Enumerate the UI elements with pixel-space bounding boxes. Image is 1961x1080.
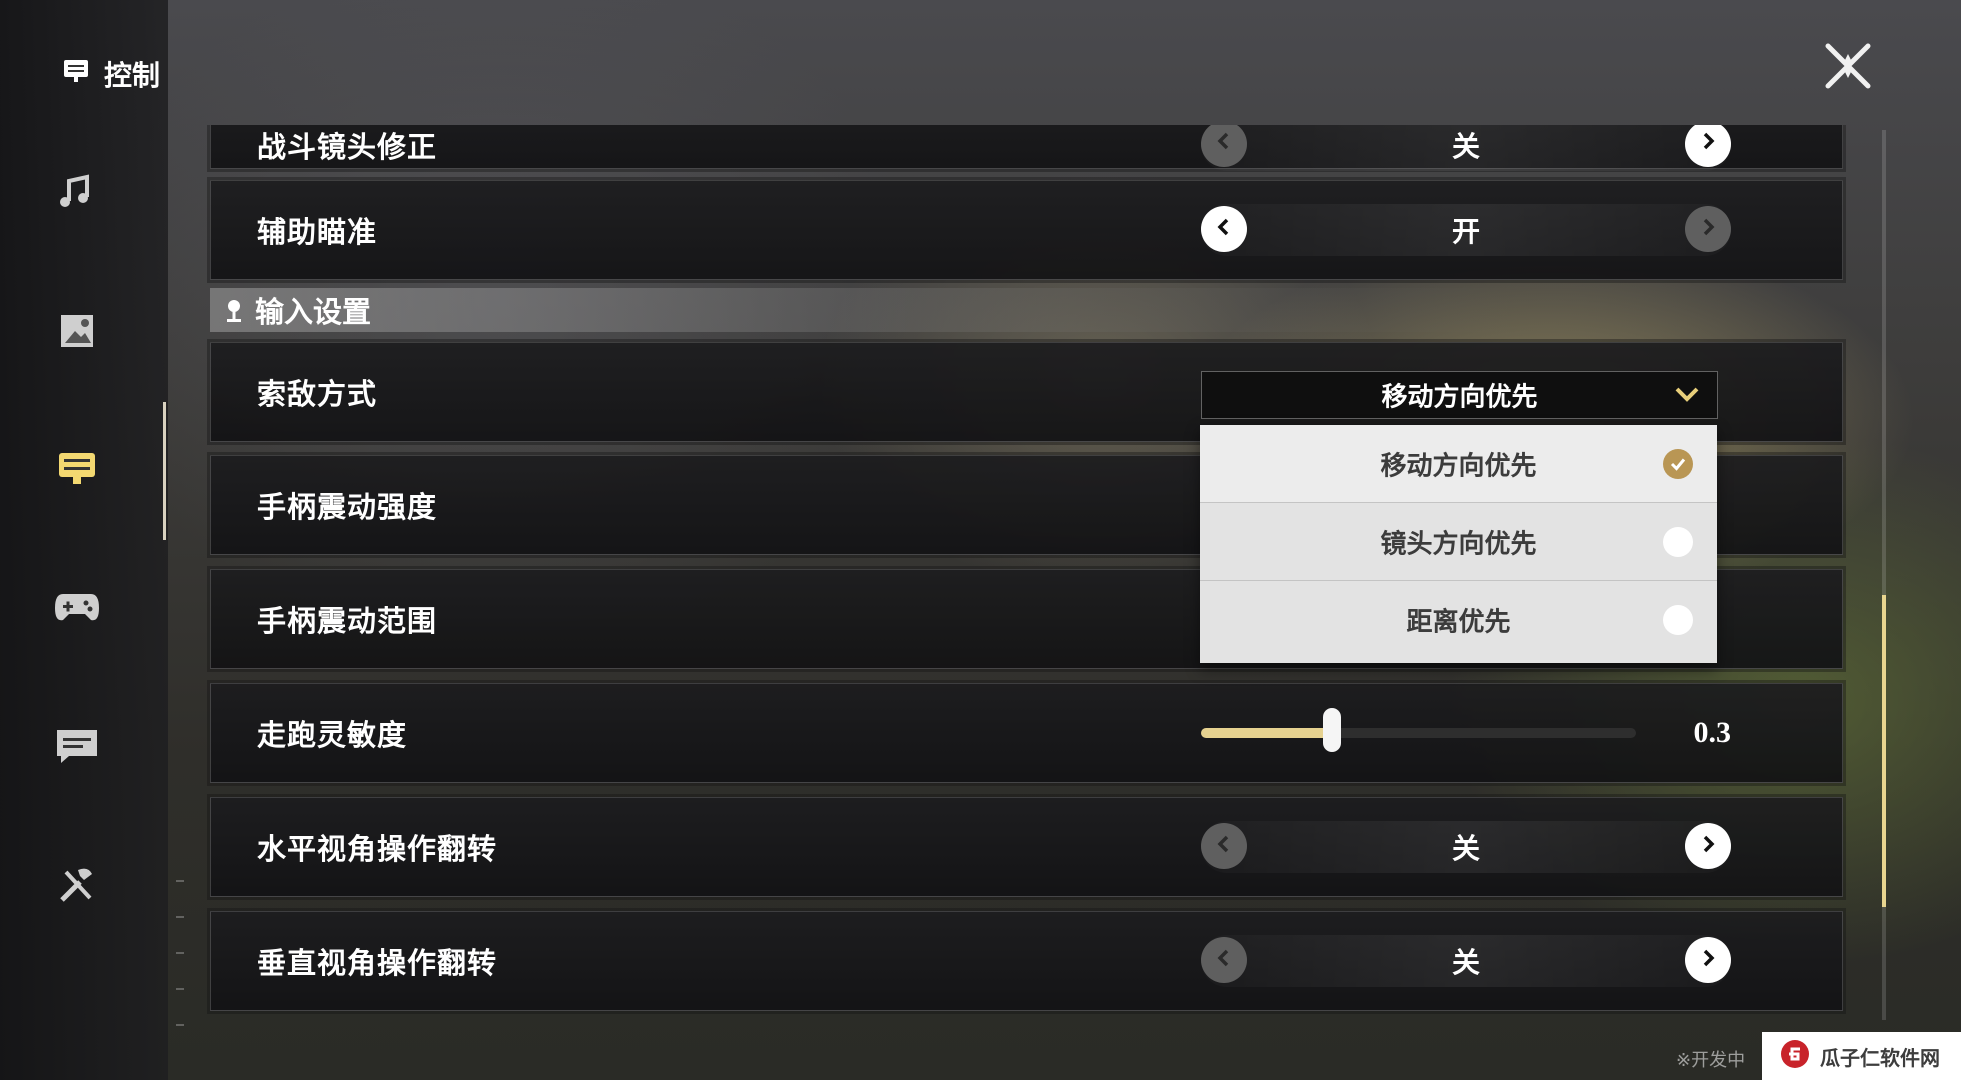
image-icon	[57, 311, 97, 356]
option-label: 镜头方向优先	[1380, 528, 1537, 558]
targeting-mode-menu: 移动方向优先 镜头方向优先 距离优先	[1200, 425, 1717, 663]
setting-row-invert-horizontal: 水平视角操作翻转 关	[210, 797, 1843, 897]
setting-label: 手柄震动范围	[257, 606, 438, 638]
radio-unselected-icon	[1663, 527, 1693, 557]
option-label: 移动方向优先	[1380, 450, 1537, 480]
chat-icon	[55, 728, 99, 771]
dropdown-option[interactable]: 距离优先	[1200, 581, 1717, 659]
targeting-mode-dropdown[interactable]: 移动方向优先	[1201, 371, 1718, 419]
sidebar: 控制	[0, 0, 168, 1080]
option-value: 关	[1451, 130, 1480, 162]
chevron-right-icon	[1697, 216, 1719, 243]
sidebar-item-chat[interactable]	[52, 724, 102, 774]
next-button[interactable]	[1685, 937, 1731, 983]
option-label: 距离优先	[1406, 606, 1511, 637]
setting-row-aim-assist: 辅助瞄准 开	[210, 180, 1843, 280]
sidebar-active-indicator	[163, 402, 166, 540]
controls-icon	[62, 57, 90, 92]
scrollbar-thumb[interactable]	[1882, 595, 1886, 907]
setting-label: 战斗镜头修正	[257, 131, 438, 164]
close-button[interactable]	[1822, 40, 1874, 92]
radio-unselected-icon	[1663, 605, 1693, 635]
chevron-right-icon	[1697, 833, 1719, 860]
watermark-text: 瓜子仁软件网	[1820, 1047, 1940, 1070]
dropdown-value: 移动方向优先	[1381, 381, 1538, 412]
watermark: 瓜子仁软件网	[1762, 1032, 1961, 1080]
setting-label: 垂直视角操作翻转	[257, 948, 498, 980]
sidebar-item-gamepad[interactable]	[52, 585, 102, 635]
next-button[interactable]	[1685, 823, 1731, 869]
option-switcher: 关	[1201, 821, 1731, 873]
dropdown-option[interactable]: 镜头方向优先	[1200, 503, 1717, 581]
setting-label: 水平视角操作翻转	[257, 834, 498, 866]
slider-fill	[1201, 728, 1332, 738]
chevron-down-icon	[1673, 383, 1701, 410]
sidebar-item-controls[interactable]	[52, 446, 102, 496]
sidebar-title: 控制	[62, 54, 160, 94]
sidebar-title-text: 控制	[104, 60, 161, 91]
dropdown-option[interactable]: 移动方向优先	[1200, 425, 1717, 503]
scrollbar[interactable]	[1882, 130, 1886, 1020]
close-icon	[1822, 43, 1874, 96]
setting-label: 走跑灵敏度	[257, 720, 408, 752]
option-value: 关	[1451, 833, 1480, 864]
option-value: 开	[1451, 216, 1480, 247]
slider-value: 0.3	[1693, 716, 1732, 749]
pin-icon	[224, 298, 244, 329]
gamepad-icon	[53, 590, 101, 631]
section-title: 输入设置	[255, 297, 372, 329]
sidebar-decoration	[176, 880, 184, 1040]
controls-active-icon	[56, 448, 98, 495]
setting-label: 辅助瞄准	[257, 217, 378, 249]
setting-label: 手柄震动强度	[257, 492, 438, 524]
music-note-icon	[55, 171, 99, 220]
next-button[interactable]	[1685, 206, 1731, 252]
sensitivity-slider[interactable]	[1201, 708, 1636, 752]
option-switcher: 开	[1201, 204, 1731, 256]
watermark-logo-icon	[1778, 1037, 1812, 1076]
setting-row-run-sensitivity: 走跑灵敏度 0.3	[210, 683, 1843, 783]
setting-label: 索敌方式	[257, 379, 378, 411]
section-header-input: 输入设置	[210, 288, 1843, 332]
sidebar-item-graphics[interactable]	[52, 308, 102, 358]
chevron-right-icon	[1697, 130, 1719, 157]
chevron-right-icon	[1697, 947, 1719, 974]
setting-row-camera-correction: 战斗镜头修正 关	[210, 125, 1843, 171]
option-switcher: 关	[1201, 935, 1731, 987]
slider-thumb[interactable]	[1322, 708, 1341, 752]
footer-note: ※开发中	[1676, 1050, 1746, 1070]
sidebar-item-audio[interactable]	[52, 170, 102, 220]
option-switcher: 关	[1201, 125, 1731, 171]
tools-icon	[56, 864, 98, 911]
check-icon	[1663, 449, 1693, 479]
option-value: 关	[1451, 947, 1480, 978]
setting-row-invert-vertical: 垂直视角操作翻转 关	[210, 911, 1843, 1011]
sidebar-item-other[interactable]	[52, 862, 102, 912]
